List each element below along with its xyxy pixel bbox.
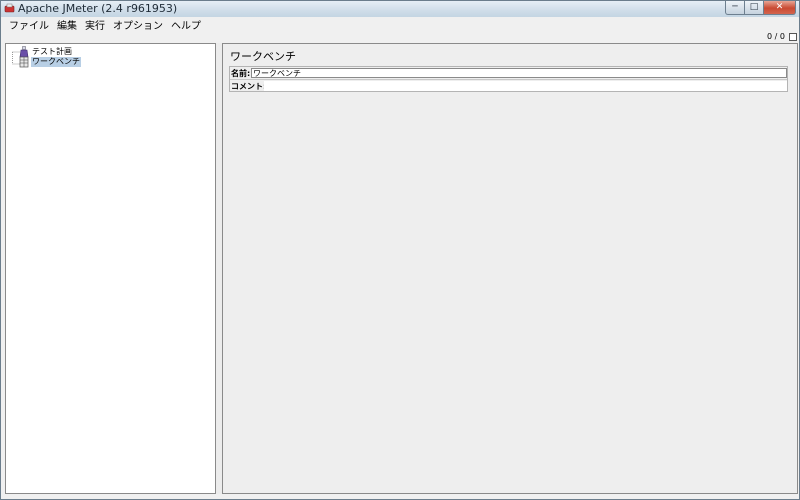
close-icon: ✕ — [775, 2, 784, 12]
comment-label: コメント: — [231, 81, 267, 91]
content-pane: ワークベンチ 名前: コメント: — [222, 43, 798, 494]
thread-counter: 0 / 0 — [767, 32, 785, 41]
jmeter-app-icon — [4, 3, 15, 13]
name-label: 名前: — [231, 68, 251, 78]
tree-item-workbench[interactable]: ワークベンチ — [19, 56, 81, 67]
title-bar[interactable]: Apache JMeter (2.4 r961953) ─ □ ✕ — [1, 1, 799, 18]
name-row: 名前: — [230, 67, 787, 79]
tree-item-label: ワークベンチ — [31, 56, 81, 67]
status-indicator-icon — [789, 33, 797, 41]
menu-help[interactable]: ヘルプ — [167, 17, 205, 32]
menu-run[interactable]: 実行 — [81, 17, 109, 32]
menu-bar: ファイル 編集 実行 オプション ヘルプ — [1, 17, 799, 32]
workbench-icon — [19, 56, 29, 67]
name-comment-form: 名前: コメント: — [229, 66, 788, 92]
minimize-button[interactable]: ─ — [725, 1, 745, 15]
tree-pane[interactable]: テスト計画 ワークベンチ — [5, 43, 216, 494]
close-button[interactable]: ✕ — [764, 1, 796, 15]
window-title: Apache JMeter (2.4 r961953) — [18, 2, 178, 15]
menu-file[interactable]: ファイル — [5, 17, 53, 32]
maximize-button[interactable]: □ — [745, 1, 764, 15]
jmeter-window: Apache JMeter (2.4 r961953) ─ □ ✕ ファイル 編… — [0, 0, 800, 500]
page-title: ワークベンチ — [230, 50, 296, 63]
menu-edit[interactable]: 編集 — [53, 17, 81, 32]
tree-item-label: テスト計画 — [32, 46, 72, 56]
status-strip: 0 / 0 — [1, 32, 799, 42]
name-field[interactable] — [251, 68, 787, 78]
menu-options[interactable]: オプション — [109, 17, 167, 32]
minimize-icon: ─ — [732, 2, 738, 12]
maximize-icon: □ — [749, 2, 759, 12]
caption-buttons: ─ □ ✕ — [725, 1, 796, 16]
comment-field[interactable] — [264, 81, 787, 91]
comment-row: コメント: — [230, 79, 787, 92]
